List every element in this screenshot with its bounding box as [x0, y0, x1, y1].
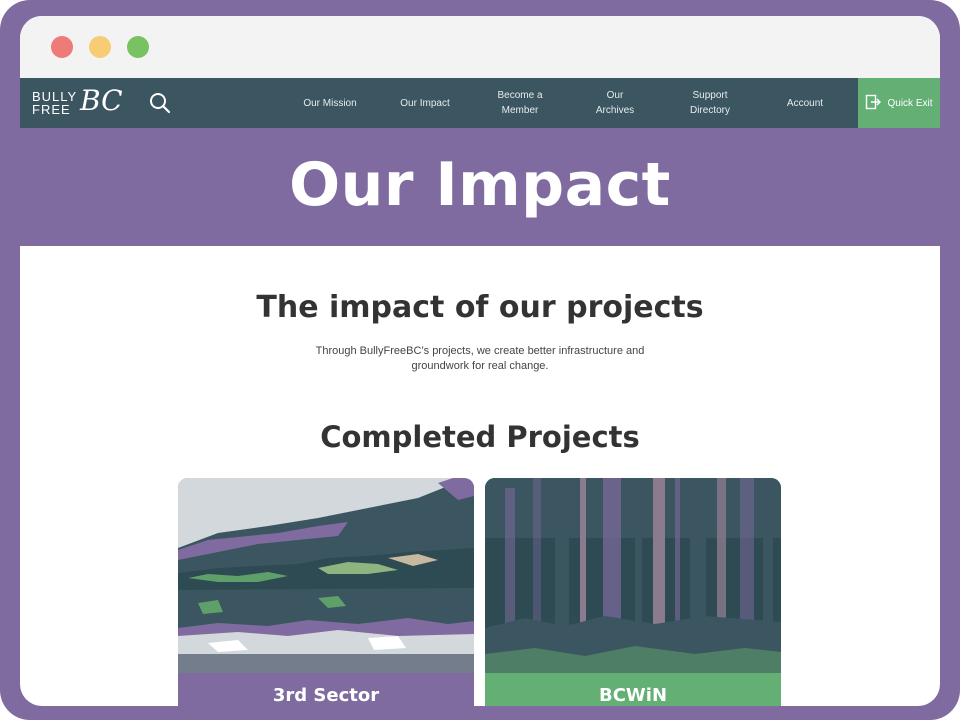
- project-card-label: 3rd Sector: [178, 673, 474, 706]
- browser-window: BULLY FREE BC Our Mission Our Impact Bec…: [20, 16, 940, 706]
- project-card-bcwin[interactable]: BCWiN: [485, 478, 781, 706]
- nav-our-impact[interactable]: Our Impact: [385, 78, 465, 128]
- completed-projects-heading: Completed Projects: [320, 420, 640, 454]
- impact-description-line-1: Through BullyFreeBC’s projects, we creat…: [315, 345, 645, 357]
- forest-image: [485, 478, 781, 706]
- nav-our-archives[interactable]: Our Archives: [575, 78, 655, 128]
- logo-line-free: FREE: [32, 102, 71, 117]
- impact-description: Through BullyFreeBC’s projects, we creat…: [20, 344, 940, 374]
- window-titlebar: [20, 16, 940, 78]
- minimize-window-button[interactable]: [89, 36, 111, 58]
- page-title: Our Impact: [289, 150, 671, 220]
- device-frame: BULLY FREE BC Our Mission Our Impact Bec…: [0, 0, 960, 720]
- impact-heading: The impact of our projects: [256, 290, 704, 325]
- nav-support-directory[interactable]: Support Directory: [670, 78, 750, 128]
- site-navbar: BULLY FREE BC Our Mission Our Impact Bec…: [20, 78, 940, 128]
- nav-our-mission[interactable]: Our Mission: [290, 78, 370, 128]
- exit-door-icon: [865, 94, 882, 113]
- project-card-3rd-sector[interactable]: 3rd Sector: [178, 478, 474, 706]
- lake-landscape-image: [178, 478, 474, 706]
- hero-banner: Our Impact: [20, 128, 940, 246]
- quick-exit-label: Quick Exit: [887, 97, 933, 109]
- project-card-label: BCWiN: [485, 673, 781, 706]
- search-icon[interactable]: [149, 92, 171, 119]
- close-window-button[interactable]: [51, 36, 73, 58]
- nav-become-member[interactable]: Become a Member: [480, 78, 560, 128]
- impact-description-line-2: groundwork for real change.: [411, 360, 549, 372]
- quick-exit-button[interactable]: Quick Exit: [858, 78, 940, 128]
- nav-account[interactable]: Account: [765, 78, 845, 128]
- logo-script-bc: BC: [80, 84, 123, 117]
- maximize-window-button[interactable]: [127, 36, 149, 58]
